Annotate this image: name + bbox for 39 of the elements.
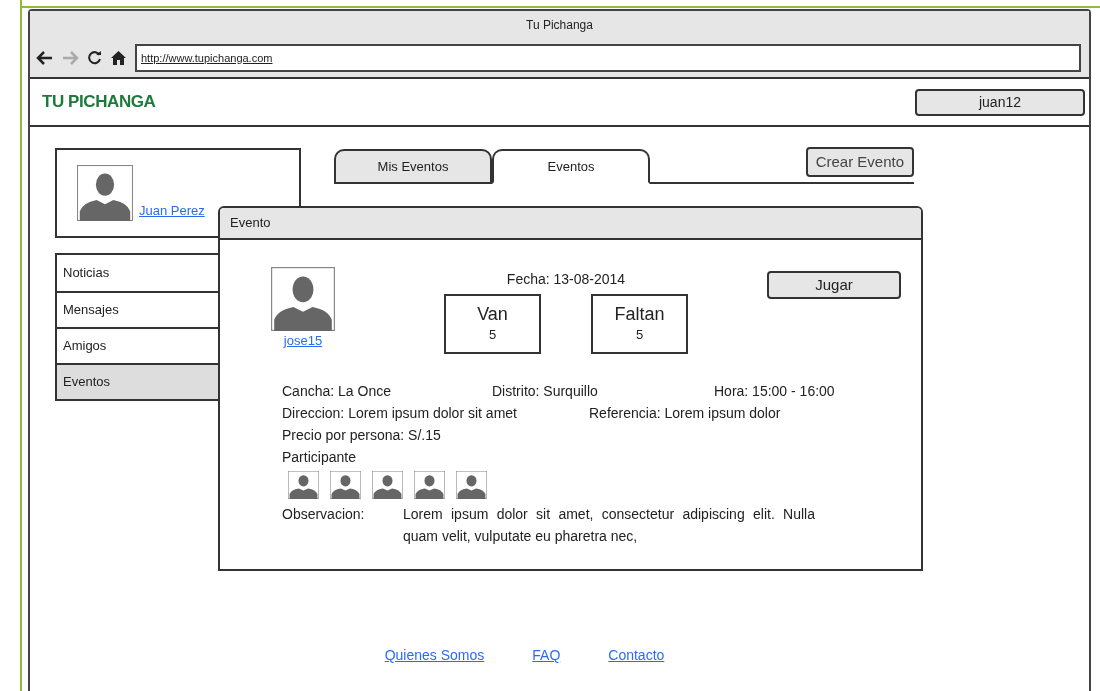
- counter-value: 5: [488, 326, 497, 345]
- reload-icon[interactable]: [88, 51, 102, 65]
- participant-icon: [330, 471, 361, 499]
- participant-icon: [456, 471, 487, 499]
- organizer-link[interactable]: jose15: [283, 331, 323, 351]
- profile-link[interactable]: Juan Perez: [139, 200, 205, 220]
- footer-link[interactable]: Contacto: [608, 645, 665, 666]
- participants-label: Participante: [282, 448, 357, 467]
- create-event-button[interactable]: Crear Evento: [805, 147, 914, 177]
- back-icon[interactable]: [36, 51, 53, 65]
- avatar-icon: [271, 267, 335, 331]
- observation-label: Observacion:: [282, 505, 366, 524]
- avatar-icon: [77, 165, 133, 221]
- tab[interactable]: Eventos: [492, 149, 650, 184]
- user-button[interactable]: juan12: [915, 88, 1085, 116]
- event-date: Fecha: 13-08-2014: [506, 270, 626, 289]
- counter-label: Van: [477, 303, 508, 326]
- event-price: Precio por persona: S/.15: [282, 426, 442, 445]
- participant-icon: [288, 471, 319, 499]
- play-button[interactable]: Jugar: [767, 271, 901, 299]
- home-icon[interactable]: [111, 51, 126, 65]
- counter-label: Faltan: [614, 303, 665, 326]
- participant-icon: [372, 471, 403, 499]
- tab[interactable]: Mis Eventos: [334, 149, 492, 184]
- counter-value: 5: [635, 326, 644, 345]
- sidebar-item[interactable]: Eventos: [57, 363, 219, 399]
- participant-icon: [414, 471, 445, 499]
- event-detail: Direccion: Lorem ipsum dolor sit amet: [282, 404, 518, 423]
- observation-text: Lorem ipsum dolor sit amet, consectetur adipiscing elit. Nulla quam velit, vulputate eu pharetra nec,: [403, 505, 815, 546]
- address-field[interactable]: http://www.tupichanga.com: [135, 44, 1081, 72]
- event-detail: Hora: 15:00 - 16:00: [714, 382, 835, 401]
- window-title: Tu Pichanga: [526, 17, 593, 34]
- logo: TU PICHANGA: [42, 91, 156, 114]
- dialog-title: Evento: [230, 214, 271, 233]
- event-detail: Referencia: Lorem ipsum dolor: [589, 404, 781, 423]
- event-detail: Distrito: Surquillo: [492, 382, 599, 401]
- footer-link[interactable]: Quienes Somos: [384, 645, 485, 666]
- event-detail: Cancha: La Once: [282, 382, 392, 401]
- footer-link[interactable]: FAQ: [532, 645, 561, 666]
